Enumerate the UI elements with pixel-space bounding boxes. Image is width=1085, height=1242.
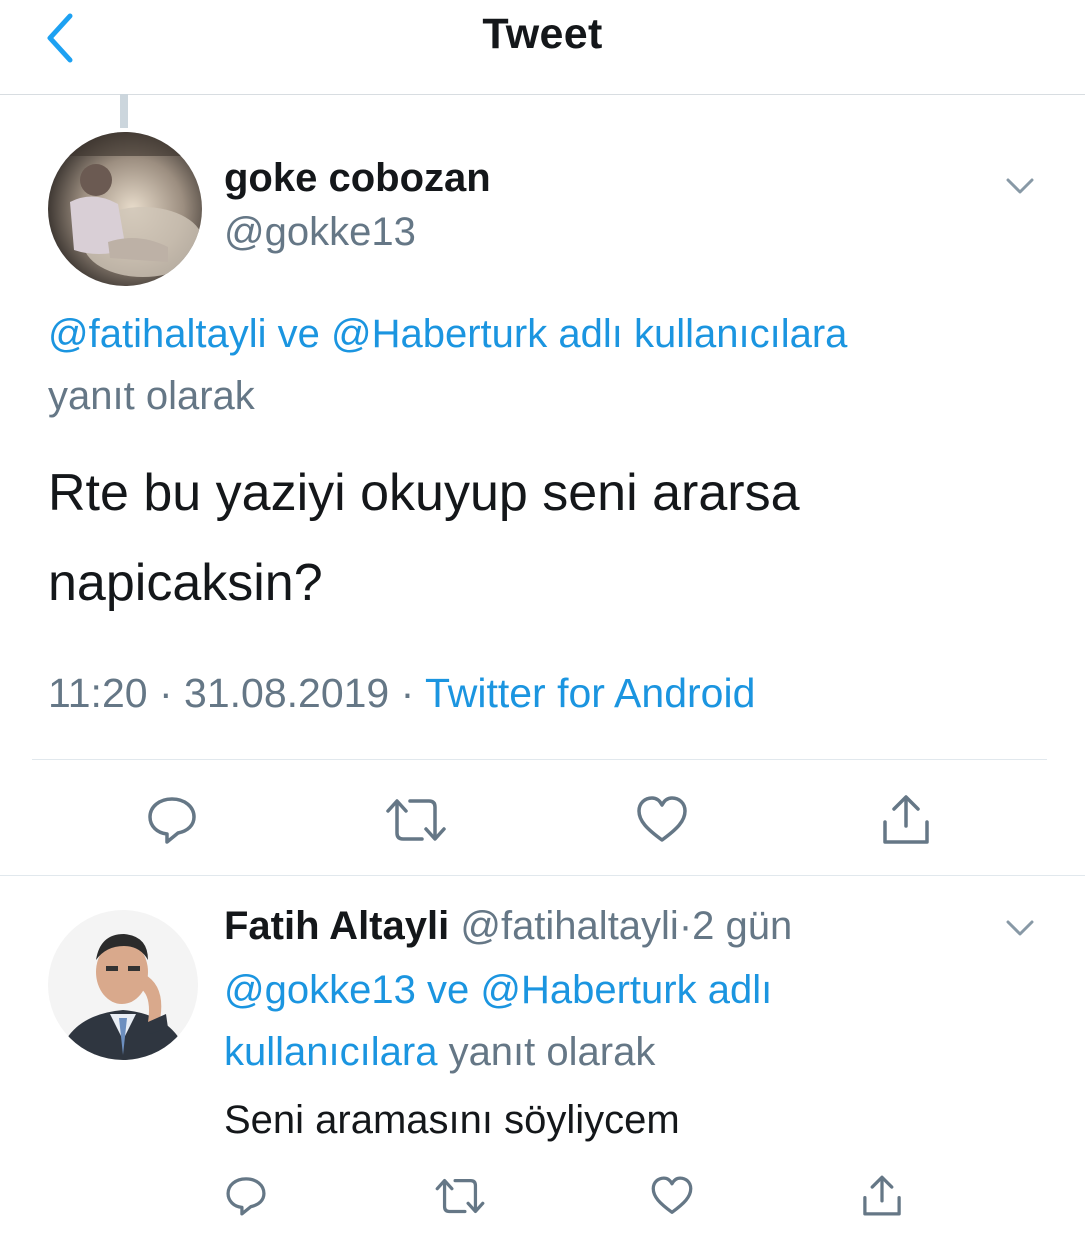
top-bar: Tweet bbox=[0, 0, 1085, 95]
avatar[interactable] bbox=[48, 910, 198, 1060]
share-icon bbox=[883, 795, 929, 844]
replying-to-suffix: yanıt olarak bbox=[448, 1030, 656, 1074]
reply-author-line: Fatih Altayli @fatihaltayli·2 gün bbox=[224, 904, 792, 949]
divider bbox=[32, 759, 1047, 760]
reply-icon bbox=[226, 1177, 266, 1216]
like-button[interactable] bbox=[648, 1172, 696, 1220]
retweet-icon bbox=[435, 1178, 485, 1214]
tweet-source-link[interactable]: Twitter for Android bbox=[425, 670, 755, 716]
replying-to-line: @gokke13 ve @Haberturk adlı bbox=[224, 968, 772, 1013]
meta-separator: · bbox=[158, 670, 173, 716]
author-handle[interactable]: @gokke13 bbox=[224, 210, 416, 255]
tweet-text: Rte bu yaziyi okuyup seni ararsa napicak… bbox=[48, 448, 1048, 628]
replying-to-users-link[interactable]: adlı bbox=[708, 968, 773, 1012]
tweet-time: 11:20 bbox=[48, 670, 148, 716]
connector-text: ve bbox=[277, 312, 320, 356]
reply-button[interactable] bbox=[222, 1172, 270, 1220]
heart-icon bbox=[651, 1176, 693, 1214]
avatar-photo bbox=[48, 910, 198, 1060]
tweet-text-line: Rte bu yaziyi okuyup seni ararsa bbox=[48, 464, 800, 522]
avatar-photo bbox=[48, 132, 202, 286]
replying-to-line: kullanıcılara yanıt olarak bbox=[224, 1030, 655, 1075]
tweet-text: Seni aramasını söyliycem bbox=[224, 1098, 680, 1142]
author-name[interactable]: goke cobozan bbox=[224, 156, 491, 201]
replying-to-line: @fatihaltayli ve @Haberturk adlı kullanı… bbox=[48, 312, 847, 357]
share-button[interactable] bbox=[858, 1172, 906, 1220]
retweet-button[interactable] bbox=[382, 788, 450, 852]
share-button[interactable] bbox=[874, 788, 938, 852]
retweet-button[interactable] bbox=[432, 1172, 488, 1220]
replying-to-suffix: yanıt olarak bbox=[48, 374, 255, 418]
mention-link[interactable]: @gokke13 bbox=[224, 968, 416, 1012]
connector-text: ve bbox=[426, 968, 470, 1012]
thread-connector-line bbox=[120, 94, 128, 128]
tweet-options-button[interactable] bbox=[1000, 912, 1040, 942]
replying-to-users-link[interactable]: adlı kullanıcılara bbox=[558, 312, 847, 356]
mention-link[interactable]: @Haberturk bbox=[331, 312, 547, 356]
like-button[interactable] bbox=[630, 788, 694, 852]
chevron-down-icon bbox=[1006, 178, 1034, 194]
mention-link[interactable]: @fatihaltayli bbox=[48, 312, 266, 356]
avatar[interactable] bbox=[48, 132, 202, 286]
reply-button[interactable] bbox=[140, 788, 204, 852]
share-icon bbox=[863, 1175, 901, 1216]
tweet-date: 31.08.2019 bbox=[184, 670, 390, 716]
author-name[interactable]: Fatih Altayli bbox=[224, 904, 449, 948]
heart-icon bbox=[637, 796, 687, 842]
mention-link[interactable]: @Haberturk bbox=[480, 968, 696, 1012]
chevron-down-icon bbox=[1006, 920, 1034, 936]
divider bbox=[0, 875, 1085, 876]
tweet-options-button[interactable] bbox=[1000, 170, 1040, 200]
meta-separator: · bbox=[678, 904, 693, 948]
tweet-text-line: napicaksin? bbox=[48, 554, 323, 612]
tweet-meta: 11:20 · 31.08.2019 · Twitter for Android bbox=[48, 670, 755, 717]
tweet-age[interactable]: 2 gün bbox=[692, 904, 792, 948]
reply-icon bbox=[148, 797, 196, 844]
page-title: Tweet bbox=[482, 10, 603, 58]
replying-to-users-link[interactable]: kullanıcılara bbox=[224, 1030, 437, 1074]
author-handle[interactable]: @fatihaltayli bbox=[460, 904, 678, 948]
retweet-icon bbox=[386, 799, 446, 841]
meta-separator: · bbox=[400, 670, 415, 716]
